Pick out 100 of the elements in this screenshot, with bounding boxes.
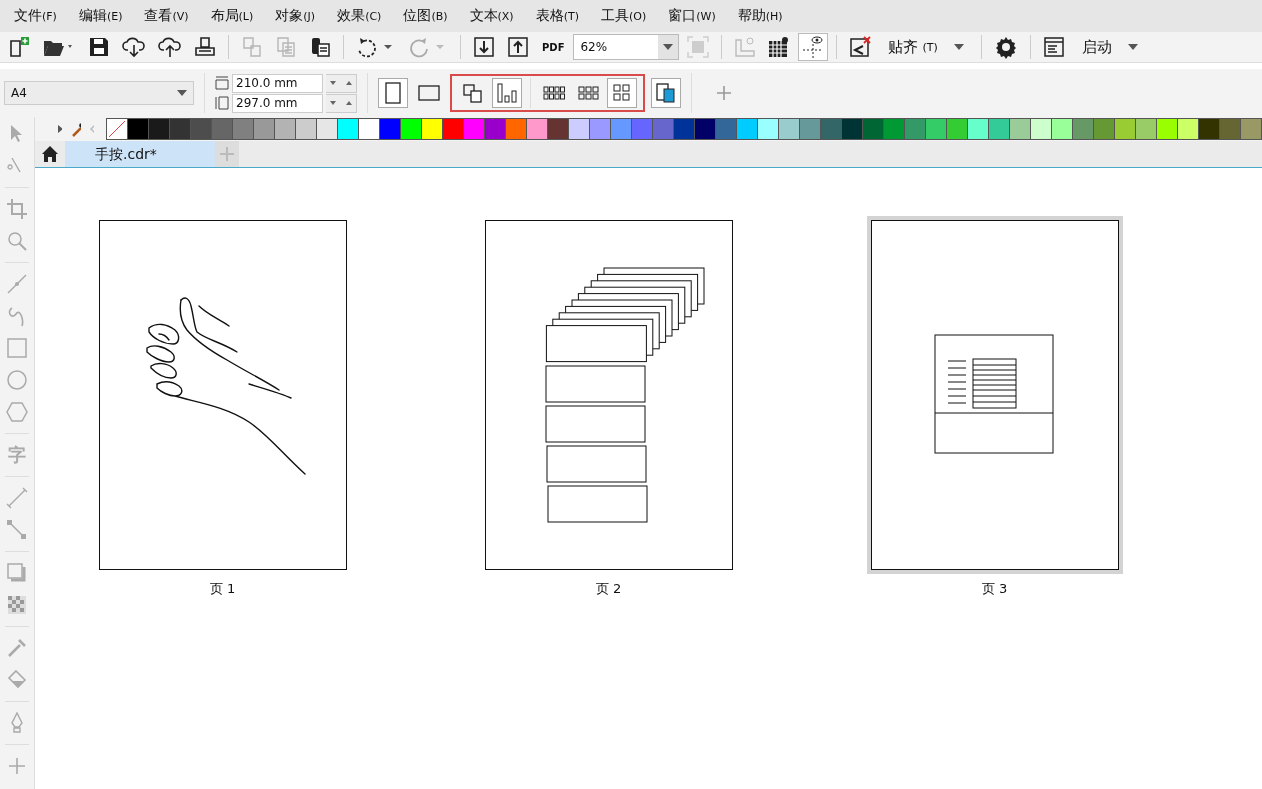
color-swatch[interactable] — [1240, 118, 1262, 140]
color-swatch[interactable] — [673, 118, 695, 140]
color-swatch[interactable] — [820, 118, 842, 140]
color-swatch[interactable] — [400, 118, 422, 140]
color-swatch[interactable] — [211, 118, 233, 140]
color-swatch[interactable] — [421, 118, 443, 140]
color-swatch[interactable] — [631, 118, 653, 140]
color-swatch[interactable] — [715, 118, 737, 140]
add-icon[interactable] — [716, 85, 732, 101]
color-swatch[interactable] — [358, 118, 380, 140]
color-swatch[interactable] — [190, 118, 212, 140]
color-swatch[interactable] — [904, 118, 926, 140]
dimension-icon[interactable] — [6, 487, 28, 509]
width-field[interactable]: 210.0 mm — [232, 73, 323, 93]
color-swatch[interactable] — [379, 118, 401, 140]
drop-shadow-icon[interactable] — [6, 562, 28, 584]
color-swatch[interactable] — [253, 118, 275, 140]
page-switch-button[interactable] — [651, 78, 681, 108]
color-swatch[interactable] — [1030, 118, 1052, 140]
color-swatch[interactable] — [316, 118, 338, 140]
color-swatch[interactable] — [1156, 118, 1178, 140]
color-swatch[interactable] — [1009, 118, 1031, 140]
color-swatch[interactable] — [148, 118, 170, 140]
color-swatch[interactable] — [1219, 118, 1241, 140]
snap-dropdown[interactable]: 贴齐 (T) — [879, 33, 973, 61]
color-swatch[interactable] — [568, 118, 590, 140]
spin-buttons[interactable] — [326, 93, 357, 113]
color-swatch[interactable] — [862, 118, 884, 140]
transparency-icon[interactable] — [6, 594, 28, 616]
menu-item[interactable]: 窗口(W) — [668, 7, 716, 25]
portrait-button[interactable] — [378, 78, 408, 108]
menu-item[interactable]: 文本(X) — [469, 7, 514, 25]
color-swatch[interactable] — [610, 118, 632, 140]
pdf-button[interactable]: PDF — [537, 33, 570, 61]
home-icon[interactable] — [41, 145, 59, 163]
color-swatch[interactable] — [1072, 118, 1094, 140]
color-swatch[interactable] — [589, 118, 611, 140]
grid-2-columns-button[interactable] — [607, 78, 637, 108]
color-swatch[interactable] — [442, 118, 464, 140]
color-swatch[interactable] — [757, 118, 779, 140]
color-swatch[interactable] — [1093, 118, 1115, 140]
expand-arrow-icon[interactable] — [57, 125, 62, 133]
color-swatch[interactable] — [1177, 118, 1199, 140]
menu-item[interactable]: 布局(L) — [210, 7, 254, 25]
color-swatch[interactable] — [652, 118, 674, 140]
color-swatch[interactable] — [694, 118, 716, 140]
color-swatch[interactable] — [526, 118, 548, 140]
rectangle-icon[interactable] — [6, 337, 28, 359]
add-icon[interactable] — [6, 755, 28, 777]
color-swatch[interactable] — [1114, 118, 1136, 140]
zoom-field[interactable]: 62% — [573, 34, 680, 60]
menu-item[interactable]: 工具(O) — [600, 7, 647, 25]
menu-item[interactable]: 文件(F) — [14, 7, 57, 25]
connector-icon[interactable] — [6, 519, 28, 541]
menu-item[interactable]: 编辑(E) — [78, 7, 123, 25]
spin-buttons[interactable] — [326, 73, 357, 93]
document-tab[interactable]: 手按.cdr* — [65, 141, 215, 167]
crop-icon[interactable] — [6, 198, 28, 220]
eyedropper-icon[interactable] — [6, 637, 28, 659]
color-swatch[interactable] — [883, 118, 905, 140]
color-swatch[interactable] — [841, 118, 863, 140]
fill-bucket-icon[interactable] — [6, 669, 28, 691]
color-swatch[interactable] — [988, 118, 1010, 140]
menu-item[interactable]: 位图(B) — [403, 7, 448, 25]
search-icon[interactable] — [6, 230, 28, 252]
color-swatch[interactable] — [925, 118, 947, 140]
line-tool-icon[interactable] — [6, 273, 28, 295]
color-swatch[interactable] — [1051, 118, 1073, 140]
color-swatch[interactable] — [1135, 118, 1157, 140]
color-swatch[interactable] — [946, 118, 968, 140]
scroll-left-icon[interactable] — [89, 123, 94, 135]
color-swatch[interactable] — [736, 118, 758, 140]
color-swatch[interactable] — [232, 118, 254, 140]
color-swatch[interactable] — [169, 118, 191, 140]
color-swatch[interactable] — [799, 118, 821, 140]
guidelines-icon[interactable] — [798, 33, 829, 61]
menu-item[interactable]: 表格(T) — [535, 7, 579, 25]
no-color-swatch[interactable] — [106, 118, 128, 140]
color-swatch[interactable] — [295, 118, 317, 140]
color-swatch[interactable] — [967, 118, 989, 140]
height-field[interactable]: 297.0 mm — [232, 93, 323, 113]
launch-dropdown[interactable]: 启动 — [1072, 33, 1147, 61]
color-swatch[interactable] — [1198, 118, 1220, 140]
color-swatch[interactable] — [484, 118, 506, 140]
grid-icon — [577, 85, 599, 101]
color-swatch[interactable] — [274, 118, 296, 140]
hexagon-icon[interactable] — [6, 401, 28, 423]
color-swatch[interactable] — [463, 118, 485, 140]
color-swatch[interactable] — [778, 118, 800, 140]
color-swatch[interactable] — [337, 118, 359, 140]
menu-item[interactable]: 查看(V) — [144, 7, 189, 25]
align-bottom-button[interactable] — [492, 78, 522, 108]
color-swatch[interactable] — [127, 118, 149, 140]
menu-item[interactable]: 对象(J) — [275, 7, 316, 25]
menu-item[interactable]: 帮助(H) — [737, 7, 783, 25]
menu-item[interactable]: 效果(C) — [337, 7, 382, 25]
color-swatch[interactable] — [505, 118, 527, 140]
ellipse-icon[interactable] — [6, 369, 28, 391]
color-swatch[interactable] — [547, 118, 569, 140]
page-size-dropdown[interactable]: A4 — [4, 81, 194, 105]
